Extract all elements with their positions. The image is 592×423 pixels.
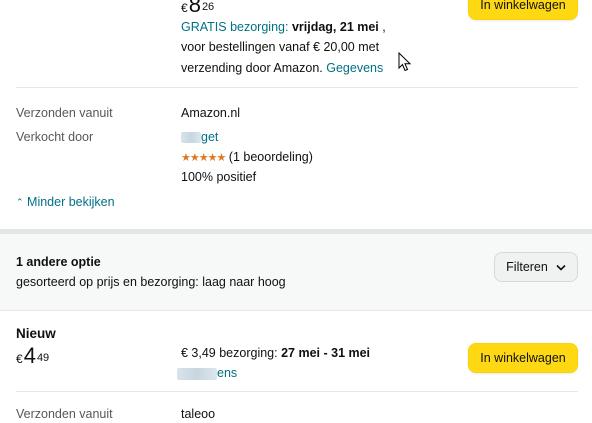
- offer1-sold-by-label: Verkocht door: [16, 130, 94, 144]
- offer1-delivery-line2: voor bestellingen vanaf € 20,00 met: [181, 40, 380, 54]
- offer2-add-to-cart-button[interactable]: In winkelwagen: [468, 343, 578, 373]
- offer2-add-to-cart-label: In winkelwagen: [480, 351, 566, 365]
- offer2-price-fraction: 49: [36, 352, 50, 364]
- offer2-seller-link[interactable]: ens: [177, 366, 237, 380]
- offer1-seller-rating: ★★★★★ (1 beoordeling): [181, 150, 313, 164]
- offer1-delivery-line3-text: verzending door Amazon.: [181, 61, 323, 75]
- chevron-up-icon: ⌃: [16, 197, 24, 207]
- offer1-seller-name[interactable]: get: [201, 130, 218, 144]
- show-less-toggle[interactable]: ⌃ Minder bekijken: [16, 195, 115, 209]
- offer1-rating-count[interactable]: (1 beoordeling): [229, 150, 313, 164]
- mouse-cursor-icon: [398, 52, 412, 72]
- offer1-add-to-cart-button[interactable]: In winkelwagen: [468, 0, 578, 20]
- show-less-link[interactable]: Minder bekijken: [27, 195, 115, 209]
- offer1-price-fraction: 26: [201, 1, 215, 13]
- other-options-header: 1 andere optie gesorteerd op prijs en be…: [0, 234, 592, 311]
- offer1-ships-from-label: Verzonden vanuit: [16, 106, 113, 120]
- other-options-title: 1 andere optie: [16, 255, 101, 269]
- chevron-down-icon: [556, 264, 566, 271]
- offer2-condition: Nieuw: [16, 326, 56, 341]
- offer2-divider: [16, 391, 578, 392]
- offer2-price-whole: 4: [23, 343, 36, 368]
- offer1-delivery-date: vrijdag, 21 mei: [291, 20, 379, 34]
- offer2-currency: €: [16, 352, 23, 366]
- seller-name-redacted: [177, 367, 217, 380]
- free-delivery-link[interactable]: GRATIS bezorging:: [181, 20, 288, 34]
- offer2-price: €449: [16, 345, 49, 367]
- offer2-ships-from-label: Verzonden vanuit: [16, 407, 113, 421]
- filter-button-label: Filteren: [506, 260, 548, 274]
- offer1-divider: [16, 87, 578, 88]
- offer2-delivery: € 3,49 bezorging: 27 mei - 31 mei: [181, 346, 370, 360]
- offer2-ships-from-value: taleoo: [181, 407, 216, 421]
- filter-button[interactable]: Filteren: [494, 252, 578, 282]
- offer2-delivery-date: 27 mei - 31 mei: [281, 346, 371, 360]
- offer1-delivery-line1: GRATIS bezorging: vrijdag, 21 mei ,: [181, 20, 386, 34]
- star-rating-icon[interactable]: ★★★★★: [181, 152, 226, 164]
- offer2-seller-name[interactable]: ens: [217, 366, 237, 380]
- offer1-delivery-suffix: ,: [378, 20, 386, 34]
- offer1-price-whole: 8: [188, 0, 201, 17]
- offer1-ships-from-value: Amazon.nl: [181, 106, 241, 120]
- offer1-delivery-line3: verzending door Amazon. Gegevens: [181, 61, 383, 75]
- other-options-sort-text: gesorteerd op prijs en bezorging: laag n…: [16, 275, 286, 289]
- seller-name-redacted: [181, 132, 201, 144]
- offer1-positive-feedback: 100% positief: [181, 170, 257, 184]
- offer1-price: €826: [181, 0, 214, 16]
- offer2-delivery-price: € 3,49 bezorging:: [181, 346, 278, 360]
- offer1-currency: €: [181, 1, 188, 15]
- offer1-seller-link[interactable]: get: [181, 130, 218, 144]
- details-link[interactable]: Gegevens: [326, 61, 383, 75]
- offer1-add-to-cart-label: In winkelwagen: [480, 0, 566, 12]
